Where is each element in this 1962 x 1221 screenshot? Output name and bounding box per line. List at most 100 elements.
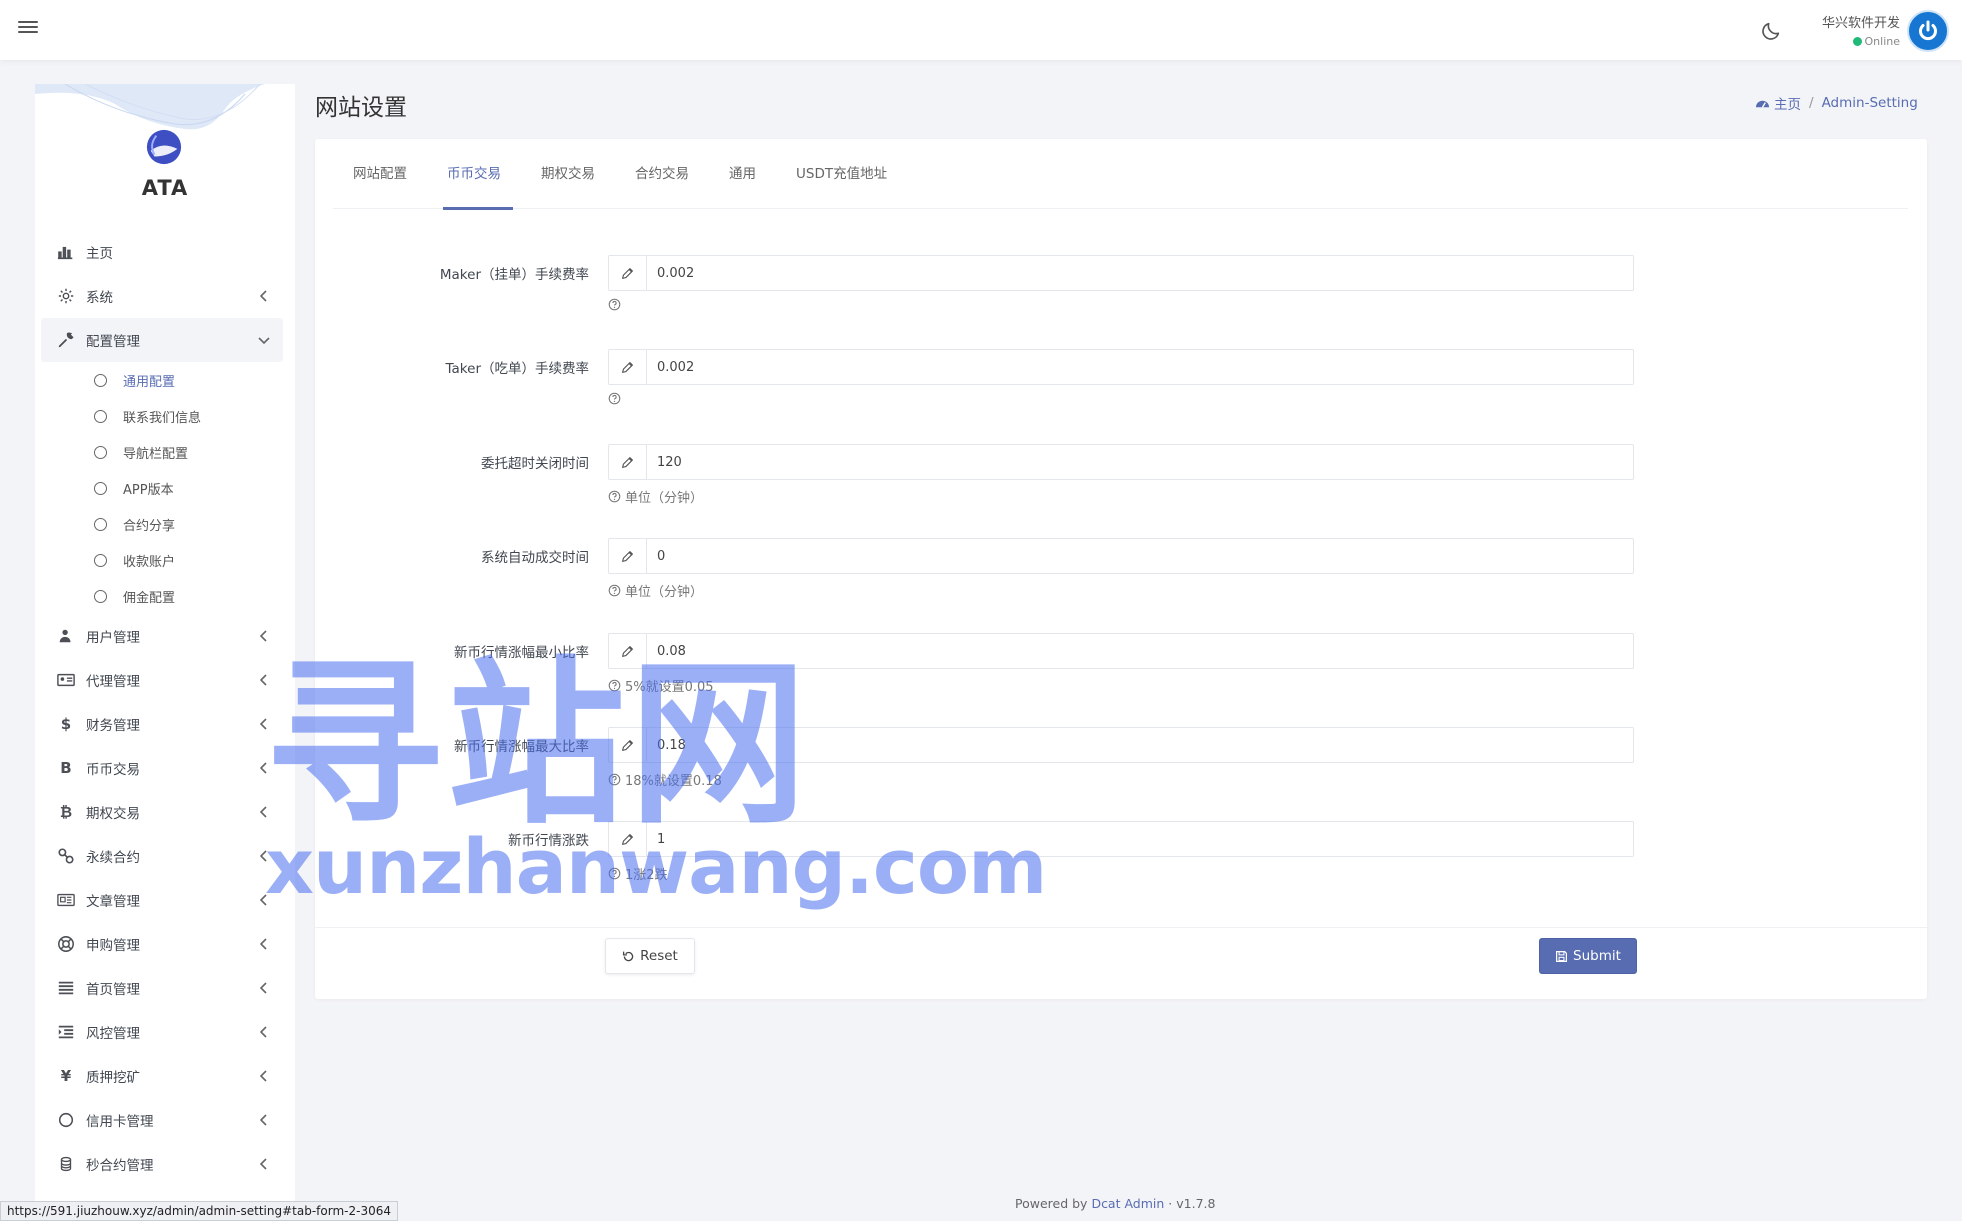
sidebar-item-system[interactable]: 系统 xyxy=(41,274,283,318)
sidebar-subitem[interactable]: 通用配置 xyxy=(41,362,283,398)
sidebar-item-label: 代理管理 xyxy=(86,674,140,690)
form-row: 新币行情涨幅最大比率 18%就设置0.18 xyxy=(315,727,1927,822)
sidebar-item-label: 币币交易 xyxy=(86,762,140,778)
sidebar-item-homepage[interactable]: 首页管理 xyxy=(41,966,283,1010)
sidebar-subitem[interactable]: 合约分享 xyxy=(41,506,283,542)
tab-usdt-address[interactable]: USDT充值地址 xyxy=(784,139,899,209)
hamburger-menu-icon[interactable] xyxy=(18,18,38,38)
sidebar-subitem[interactable]: 联系我们信息 xyxy=(41,398,283,434)
bold-b-icon: B xyxy=(60,759,72,777)
top-navbar: 华兴软件开发 Online xyxy=(0,0,1962,60)
field-label: 新币行情涨跌 xyxy=(508,833,589,849)
sidebar-item-articles[interactable]: 文章管理 xyxy=(41,878,283,922)
chevron-left-icon xyxy=(259,894,267,906)
tab-general[interactable]: 通用 xyxy=(717,139,768,209)
pencil-icon xyxy=(609,728,647,762)
sidebar-item-credit-card[interactable]: 信用卡管理 xyxy=(41,1098,283,1142)
form-row: 系统自动成交时间 单位（分钟） xyxy=(315,538,1927,633)
sidebar-menu: 主页 系统 配置管理 通用配置 联系我们信息 导航栏配置 APP版本 合约分享 … xyxy=(41,230,283,1186)
input-group xyxy=(608,821,1634,857)
status-bar-url: https://591.jiuzhouw.xyz/admin/admin-set… xyxy=(0,1201,398,1221)
chevron-left-icon xyxy=(259,1070,267,1082)
sidebar-item-label: 申购管理 xyxy=(86,938,140,954)
question-circle-icon xyxy=(608,490,621,503)
chevron-left-icon xyxy=(259,938,267,950)
id-card-icon xyxy=(56,670,76,690)
sidebar-item-finance[interactable]: $ 财务管理 xyxy=(41,702,283,746)
sidebar-item-staking[interactable]: ¥ 质押挖矿 xyxy=(41,1054,283,1098)
reset-button[interactable]: Reset xyxy=(605,938,695,974)
circle-icon xyxy=(94,409,107,423)
input-group xyxy=(608,727,1634,763)
sidebar-item-config[interactable]: 配置管理 xyxy=(41,318,283,362)
tab-options-trading[interactable]: 期权交易 xyxy=(529,139,607,209)
form-row: 委托超时关闭时间 单位（分钟） xyxy=(315,444,1927,539)
chevron-left-icon xyxy=(259,290,267,302)
min-rise-rate-input[interactable] xyxy=(647,634,1633,668)
help-text xyxy=(608,392,625,405)
taker-fee-input[interactable] xyxy=(647,350,1633,384)
undo-icon xyxy=(623,951,634,961)
help-text: 18%就设置0.18 xyxy=(608,770,722,789)
help-text xyxy=(608,298,625,311)
field-label: 新币行情涨幅最小比率 xyxy=(454,645,589,661)
sidebar-subitem[interactable]: APP版本 xyxy=(41,470,283,506)
input-group xyxy=(608,633,1634,669)
sidebar-item-perpetual[interactable]: 永续合约 xyxy=(41,834,283,878)
list-icon xyxy=(56,978,76,998)
sidebar-item-home[interactable]: 主页 xyxy=(41,230,283,274)
coins-icon xyxy=(56,1154,76,1174)
avatar[interactable] xyxy=(1907,10,1949,52)
sidebar-item-label: 用户管理 xyxy=(86,630,140,646)
moon-icon[interactable] xyxy=(1760,20,1782,42)
trend-direction-input[interactable] xyxy=(647,822,1633,856)
tab-site-config[interactable]: 网站配置 xyxy=(341,139,419,209)
circle-icon xyxy=(56,1110,76,1130)
submit-button[interactable]: Submit xyxy=(1539,938,1637,974)
sidebar-item-options[interactable]: ₿ 期权交易 xyxy=(41,790,283,834)
chevron-left-icon xyxy=(259,806,267,818)
dcat-admin-link[interactable]: Dcat Admin xyxy=(1091,1196,1164,1211)
sidebar-item-second-contract[interactable]: 秒合约管理 xyxy=(41,1142,283,1186)
chevron-left-icon xyxy=(259,982,267,994)
circle-icon xyxy=(94,517,107,531)
sidebar-item-subscription[interactable]: 申购管理 xyxy=(41,922,283,966)
page-footer: Powered by Dcat Admin · v1.7.8 xyxy=(1015,1196,1216,1211)
circle-icon xyxy=(94,553,107,567)
gear-icon xyxy=(56,286,76,306)
breadcrumb-home[interactable]: 主页 xyxy=(1774,93,1801,113)
sidebar-item-label: 质押挖矿 xyxy=(86,1070,140,1086)
sidebar-subitem[interactable]: 佣金配置 xyxy=(41,578,283,614)
user-status: Online xyxy=(1800,35,1900,48)
user-info[interactable]: 华兴软件开发 Online xyxy=(1800,12,1900,48)
help-text: 5%就设置0.05 xyxy=(608,676,714,695)
sidebar-item-agents[interactable]: 代理管理 xyxy=(41,658,283,702)
chevron-left-icon xyxy=(259,1158,267,1170)
newspaper-icon xyxy=(56,890,76,910)
question-circle-icon xyxy=(608,298,621,311)
chevron-left-icon xyxy=(259,630,267,642)
bar-chart-icon xyxy=(56,242,76,262)
sidebar: ATA 主页 系统 配置管理 通用配置 联系我们信息 导航栏配置 APP版本 合… xyxy=(35,84,295,1221)
maker-fee-input[interactable] xyxy=(647,256,1633,290)
tab-contract-trading[interactable]: 合约交易 xyxy=(623,139,701,209)
brand-name: ATA xyxy=(141,176,189,200)
order-timeout-input[interactable] xyxy=(647,445,1633,479)
sidebar-item-users[interactable]: 用户管理 xyxy=(41,614,283,658)
sidebar-item-risk[interactable]: 风控管理 xyxy=(41,1010,283,1054)
tab-spot-trading[interactable]: 币币交易 xyxy=(435,139,513,210)
sidebar-item-spot-trading[interactable]: B 币币交易 xyxy=(41,746,283,790)
help-text: 单位（分钟） xyxy=(608,581,703,600)
field-label: Maker（挂单）手续费率 xyxy=(439,267,589,283)
field-label: 委托超时关闭时间 xyxy=(481,456,589,472)
sidebar-subitem[interactable]: 导航栏配置 xyxy=(41,434,283,470)
max-rise-rate-input[interactable] xyxy=(647,728,1633,762)
sidebar-subitem[interactable]: 收款账户 xyxy=(41,542,283,578)
pencil-icon xyxy=(609,634,647,668)
pencil-icon xyxy=(609,539,647,573)
auto-fill-time-input[interactable] xyxy=(647,539,1633,573)
circle-icon xyxy=(94,481,107,495)
sidebar-item-label: 信用卡管理 xyxy=(86,1114,154,1130)
input-group xyxy=(608,349,1634,385)
users-icon xyxy=(56,626,76,646)
